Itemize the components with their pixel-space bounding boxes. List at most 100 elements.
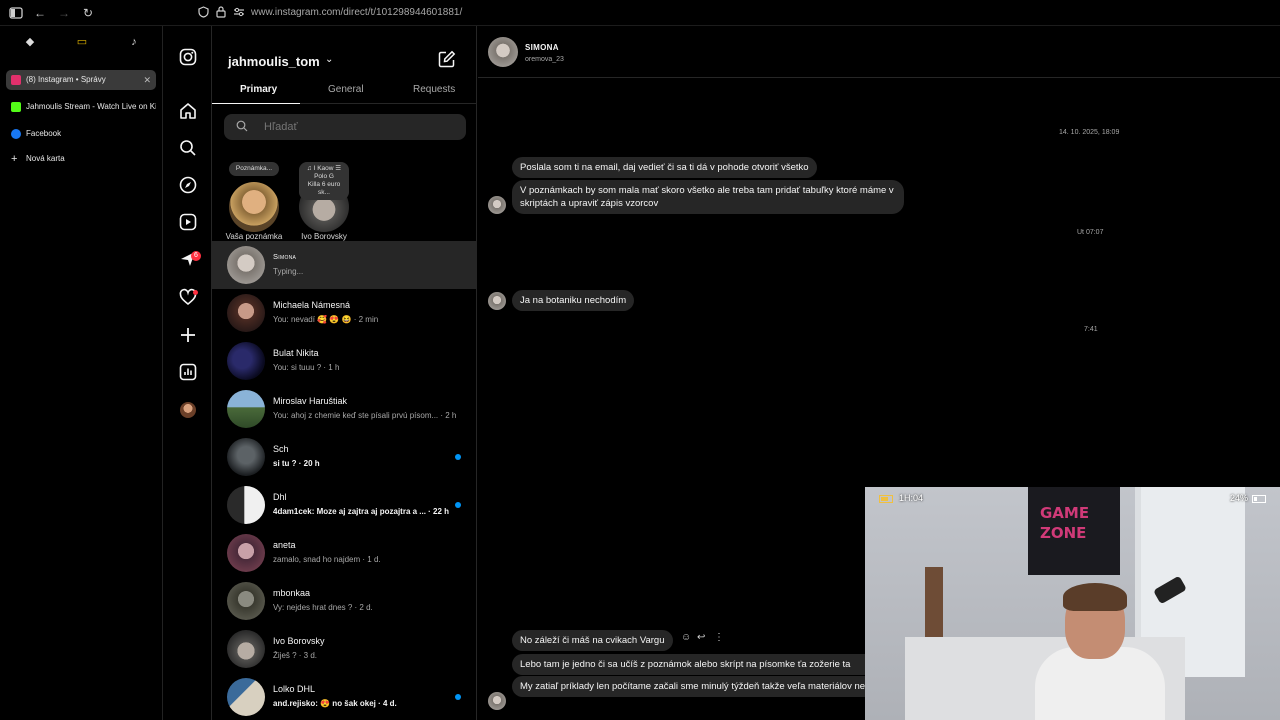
search-input[interactable]: [264, 118, 454, 136]
conversation-michaela[interactable]: Michaela Námesná You: nevadí 🥰 😍 😆 · 2 m…: [212, 289, 477, 337]
message-bubble[interactable]: Lebo tam je jedno či sa učíš z poznámok …: [512, 654, 902, 675]
pinned-tab-2[interactable]: ▭: [60, 32, 104, 52]
message-bubble[interactable]: No záleží či máš na cvikach Vargu: [512, 630, 673, 651]
reels-icon[interactable]: [178, 213, 198, 233]
reload-icon[interactable]: ↻: [81, 6, 95, 20]
conversation-name: Ivo Borovsky: [273, 636, 325, 646]
permissions-icon[interactable]: [232, 6, 246, 20]
conversation-mbonkaa[interactable]: mbonkaa Vy: nejdes hrat dnes ? · 2 d.: [212, 577, 477, 625]
avatar: [229, 182, 279, 232]
avatar: [227, 534, 265, 572]
note-ivo-borovsky[interactable]: ♫ I Kaow ☰ Polo G Killa 6 euro sk... Ivo…: [289, 158, 359, 242]
emoji-react-icon[interactable]: ☺: [681, 632, 691, 643]
profile-avatar[interactable]: [178, 400, 198, 420]
home-icon[interactable]: [178, 102, 198, 122]
lock-icon[interactable]: [214, 6, 228, 20]
conversation-simona[interactable]: Simona Typing...: [212, 241, 477, 289]
battery-status: 24%: [1230, 493, 1266, 503]
avatar[interactable]: [488, 37, 518, 67]
browser-tab-instagram[interactable]: (8) Instagram • Správy ✕: [6, 70, 156, 90]
tab-indicator: [212, 103, 300, 104]
conversation-dhl[interactable]: Dhl 4dam1cek: Moze aj zajtra aj pozajtra…: [212, 481, 477, 529]
browser-tab-facebook[interactable]: Facebook: [6, 124, 156, 144]
conversation-bulat[interactable]: Bulat Nikita You: si tuuu ? · 1 h: [212, 337, 477, 385]
browser-toolbar: ← → ↻ www.instagram.com/direct/t/1012989…: [0, 0, 1280, 26]
timestamp: 7:41: [1084, 326, 1098, 333]
instagram-logo-icon[interactable]: [178, 48, 198, 68]
avatar: [227, 294, 265, 332]
plus-icon: +: [11, 153, 18, 165]
tab-general[interactable]: General: [328, 84, 364, 95]
forward-icon[interactable]: →: [57, 6, 71, 20]
tab-title: Facebook: [26, 129, 62, 138]
notes-row: Poznámka... Vaša poznámka ♫ I Kaow ☰ Pol…: [212, 158, 477, 242]
message-bubble[interactable]: V poznámkach by som mala mať skoro všetk…: [512, 180, 904, 214]
pinned-tabs: ◆ ▭ ♪: [6, 30, 156, 52]
address-bar[interactable]: www.instagram.com/direct/t/1012989446018…: [251, 7, 462, 18]
conversation-aneta[interactable]: aneta zamalo, snad ho najdem · 1 d.: [212, 529, 477, 577]
conversation-name: Simona: [273, 252, 297, 261]
conversation-lolko-dhl[interactable]: Lolko DHL and.rejisko: 😍 no šak okej · 4…: [212, 673, 477, 720]
conversation-preview: Typing...: [273, 267, 304, 276]
search-icon[interactable]: [178, 139, 198, 159]
inbox-panel: jahmoulis_tom ⌄ Primary General Requests…: [212, 26, 477, 720]
tab-title: Nová karta: [26, 154, 65, 163]
search-icon: [236, 120, 248, 132]
message-bubble[interactable]: Ja na botaniku nechodím: [512, 290, 635, 311]
shield-icon[interactable]: [196, 6, 210, 20]
webcam-overlay: GAME ZONE 1H:04 24%: [865, 487, 1280, 720]
notifications-dot: [193, 290, 198, 295]
pinned-tab-1[interactable]: ◆: [8, 32, 52, 52]
create-icon[interactable]: [178, 326, 198, 346]
avatar: [227, 390, 265, 428]
unread-dot: [455, 502, 461, 508]
message-bubble[interactable]: My zatiaľ príklady len počítame začali s…: [512, 676, 902, 697]
tab-requests[interactable]: Requests: [413, 84, 455, 95]
conversation-preview: Žiješ ? · 3 d.: [273, 651, 318, 660]
conversation-name: Michaela Námesná: [273, 300, 351, 310]
explore-icon[interactable]: [178, 176, 198, 196]
conversation-ivo[interactable]: Ivo Borovsky Žiješ ? · 3 d.: [212, 625, 477, 673]
poster-text: GAME ZONE: [1040, 504, 1090, 542]
avatar: [488, 292, 506, 310]
inbox-tabs: Primary General Requests: [212, 78, 477, 104]
tab-title: (8) Instagram • Správy: [26, 75, 106, 84]
new-tab-button[interactable]: + Nová karta: [6, 149, 156, 169]
back-icon[interactable]: ←: [33, 6, 47, 20]
conversation-name: Dhl: [273, 492, 287, 502]
pinned-tab-3[interactable]: ♪: [112, 32, 156, 52]
search-box[interactable]: [224, 114, 466, 140]
conversation-name: mbonkaa: [273, 588, 311, 598]
message-bubble[interactable]: Poslala som ti na email, daj vedieť či s…: [512, 157, 817, 178]
close-icon[interactable]: ✕: [143, 70, 151, 90]
tab-primary[interactable]: Primary: [240, 84, 277, 95]
dashboard-icon[interactable]: [178, 363, 198, 383]
conversation-miroslav[interactable]: Miroslav Haruštiak You: ahoj z chemie ke…: [212, 385, 477, 433]
note-bubble: Poznámka...: [229, 162, 279, 176]
conversation-name: aneta: [273, 540, 296, 550]
conversation-sch[interactable]: Sch si tu ? · 20 h: [212, 433, 477, 481]
chevron-down-icon[interactable]: ⌄: [325, 54, 333, 65]
avatar: [227, 246, 265, 284]
timestamp: Ut 07:07: [1077, 229, 1104, 236]
chat-header[interactable]: SIMONA oremova_23: [478, 26, 1280, 78]
sidebar-toggle-icon[interactable]: [9, 6, 23, 20]
conversation-preview: 4dam1cek: Moze aj zajtra aj pozajtra a .…: [273, 507, 450, 516]
more-options-icon[interactable]: ⋮: [714, 632, 724, 643]
compose-icon[interactable]: [438, 50, 456, 68]
contact-username: oremova_23: [525, 56, 564, 63]
account-switcher[interactable]: jahmoulis_tom: [228, 54, 320, 69]
conversation-preview: You: si tuuu ? · 1 h: [273, 363, 340, 372]
note-bubble: ♫ I Kaow ☰ Polo G Killa 6 euro sk...: [299, 162, 349, 200]
avatar: [227, 438, 265, 476]
contact-name[interactable]: SIMONA: [525, 43, 559, 52]
note-label: Vaša poznámka: [225, 232, 283, 241]
browser-sidebar: ◆ ▭ ♪ (8) Instagram • Správy ✕ Jahmoulis…: [0, 26, 163, 720]
reply-icon[interactable]: ↩: [697, 632, 705, 643]
conversation-preview: and.rejisko: 😍 no šak okej · 4 d.: [273, 699, 397, 708]
browser-tab-kick[interactable]: Jahmoulis Stream - Watch Live on Kick: [6, 97, 156, 117]
note-own[interactable]: Poznámka... Vaša poznámka: [219, 158, 289, 242]
conversation-name: Bulat Nikita: [273, 348, 319, 358]
tab-title: Jahmoulis Stream - Watch Live on Kick: [26, 102, 156, 111]
unread-dot: [455, 454, 461, 460]
